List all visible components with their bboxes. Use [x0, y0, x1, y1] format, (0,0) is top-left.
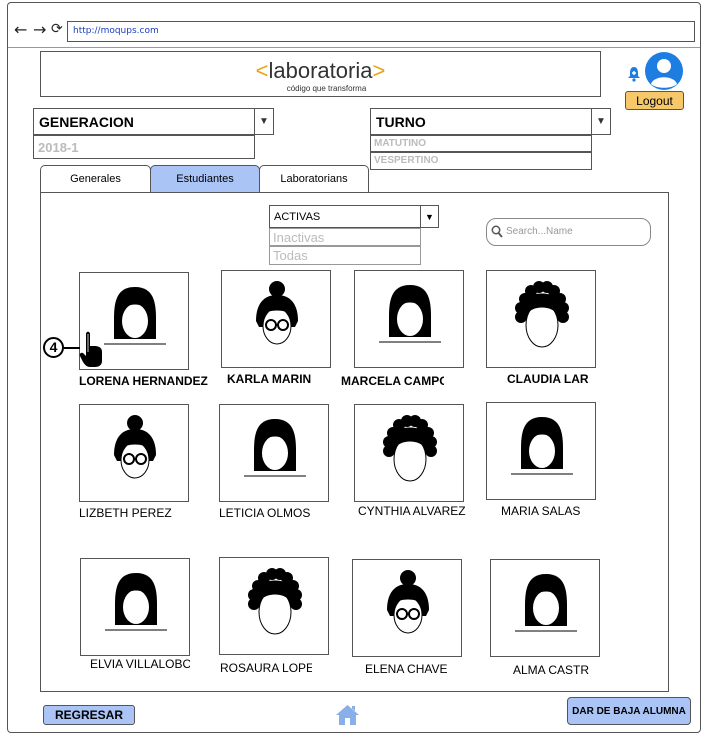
student-photo-card[interactable] [352, 559, 462, 657]
regresar-button[interactable]: REGRESAR [43, 705, 135, 725]
home-icon[interactable] [335, 704, 360, 726]
avatar-straight-hair-icon [105, 573, 167, 631]
student-name[interactable]: CLAUDIA LAR [507, 372, 589, 386]
turno-option-matutino[interactable]: MATUTINO [370, 135, 592, 152]
student-name[interactable]: MARIA SALAS [501, 504, 583, 518]
notification-bell-icon[interactable] [627, 66, 641, 82]
avatar-bun-glasses-icon [114, 415, 156, 479]
step-number-badge: 4 [43, 337, 64, 358]
student-photo-card[interactable] [490, 559, 600, 657]
logo: <laboratoria> [41, 58, 600, 84]
avatar-straight-hair-icon [244, 419, 306, 477]
logo-bracket-right: > [372, 58, 386, 83]
status-filter-arrow-icon[interactable]: ▼ [420, 205, 439, 228]
avatar-bun-glasses-icon [256, 281, 298, 345]
search-input[interactable]: Search...Name [486, 218, 651, 246]
address-bar[interactable]: http://moqups.com [67, 21, 695, 42]
generacion-dropdown[interactable]: GENERACION [33, 108, 255, 135]
generacion-dropdown-arrow-icon[interactable]: ▼ [254, 108, 274, 135]
reload-icon[interactable]: ⟳ [51, 21, 63, 37]
tab-laboratorians[interactable]: Laboratorians [259, 165, 369, 193]
student-photo-card[interactable] [219, 557, 329, 655]
back-arrow-icon[interactable]: ← [14, 20, 27, 39]
student-photo-card[interactable] [354, 270, 464, 368]
student-name[interactable]: ELVIA VILLALOBO [90, 657, 190, 671]
avatar-bun-glasses-icon [387, 570, 429, 634]
avatar-straight-hair-icon [379, 285, 441, 343]
student-photo-card[interactable] [219, 404, 329, 502]
logo-tagline: código que transforma [286, 84, 367, 93]
generacion-selected[interactable]: 2018-1 [33, 135, 255, 159]
annotation-line [64, 347, 80, 349]
student-name[interactable]: LETICIA OLMOS [219, 506, 311, 520]
student-photo-card[interactable] [486, 270, 596, 368]
student-photo-card[interactable] [354, 404, 464, 502]
logo-bracket-left: < [255, 58, 269, 83]
student-name[interactable]: CYNTHIA ALVAREZ [358, 504, 468, 518]
turno-dropdown-arrow-icon[interactable]: ▼ [591, 108, 611, 135]
student-photo-card[interactable] [486, 402, 596, 500]
forward-arrow-icon[interactable]: → [33, 20, 46, 39]
avatar-curly-hair-icon [248, 568, 302, 635]
logout-button[interactable]: Logout [625, 91, 684, 110]
logo-text: laboratoria [268, 58, 373, 83]
avatar-curly-hair-icon [383, 415, 437, 482]
student-photo-card[interactable] [80, 558, 190, 656]
tab-estudiantes[interactable]: Estudiantes [150, 165, 260, 193]
status-filter-dropdown[interactable]: ACTIVAS [269, 205, 421, 228]
avatar-curly-hair-icon [515, 281, 569, 348]
student-name[interactable]: ELENA CHAVE [365, 662, 448, 676]
student-name[interactable]: ROSAURA LOPE [220, 661, 312, 675]
logo-banner: <laboratoria> código que transforma [40, 51, 601, 97]
student-name[interactable]: KARLA MARIN [227, 372, 313, 386]
hand-pointer-icon [79, 331, 102, 367]
avatar-straight-hair-icon [515, 574, 577, 632]
search-icon [491, 225, 503, 238]
student-name[interactable]: LORENA HERNANDEZ [79, 374, 209, 388]
tab-generales[interactable]: Generales [40, 165, 151, 193]
dar-de-baja-button[interactable]: DAR DE BAJA ALUMNA [567, 697, 691, 725]
avatar-straight-hair-icon [511, 417, 573, 475]
student-name[interactable]: LIZBETH PEREZ [79, 506, 174, 520]
turno-option-vespertino[interactable]: VESPERTINO [370, 152, 592, 170]
status-option-todas[interactable]: Todas [269, 246, 421, 265]
student-photo-card[interactable] [79, 404, 189, 502]
student-name[interactable]: ALMA CASTR [513, 663, 591, 677]
student-name[interactable]: MARCELA CAMPO [341, 374, 444, 388]
status-option-inactivas[interactable]: Inactivas [269, 228, 421, 246]
user-avatar-icon[interactable] [644, 51, 684, 91]
student-photo-card[interactable] [221, 270, 331, 368]
turno-dropdown[interactable]: TURNO [370, 108, 592, 135]
